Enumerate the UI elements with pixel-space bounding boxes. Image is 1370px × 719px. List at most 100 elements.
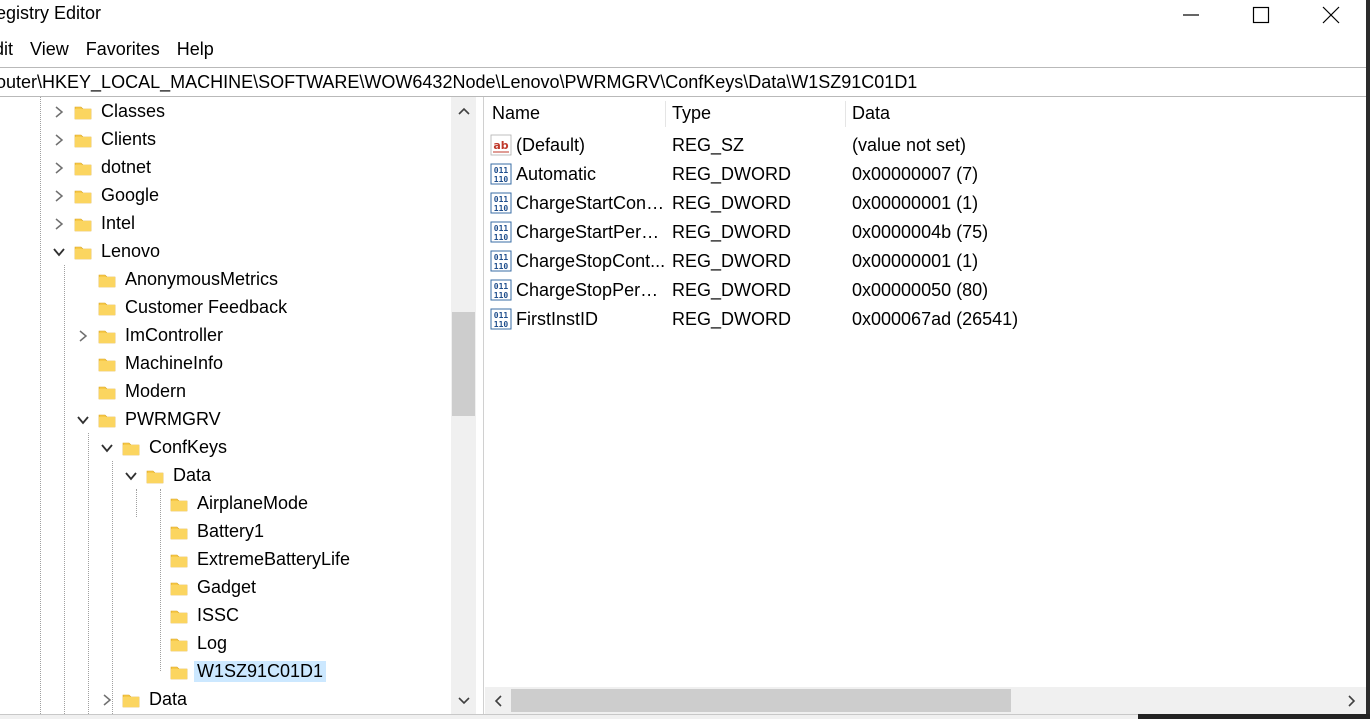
scroll-down-button[interactable] — [451, 691, 476, 711]
minimize-button[interactable] — [1156, 0, 1226, 30]
tree-item-label: ImController — [125, 325, 224, 345]
tree-item-label: ExtremeBatteryLife — [197, 549, 351, 569]
value-row[interactable]: 011 110 ChargeStopCont... REG_DWORD 0x000000… — [485, 246, 1366, 275]
svg-text:110: 110 — [494, 262, 509, 271]
value-data: 0x0000004b (75) — [852, 222, 989, 242]
tree-item[interactable]: ExtremeBatteryLife — [0, 546, 450, 574]
column-headers: Name Type Data — [485, 97, 1366, 129]
value-type: REG_DWORD — [672, 309, 792, 329]
expand-arrow-open-icon[interactable] — [124, 468, 138, 484]
value-data: 0x00000007 (7) — [852, 164, 979, 184]
tree-item[interactable]: Intel — [0, 210, 450, 238]
tree-item-label: AnonymousMetrics — [125, 269, 279, 289]
tree-item[interactable]: Lenovo — [0, 238, 450, 266]
address-path[interactable]: outer\HKEY_LOCAL_MACHINE\SOFTWARE\WOW643… — [0, 72, 917, 93]
tree-item[interactable]: ISSC — [0, 602, 450, 630]
expand-arrow-closed-icon[interactable] — [52, 104, 66, 120]
tree-item[interactable]: Google — [0, 182, 450, 210]
menu-view[interactable]: View — [22, 36, 78, 64]
scroll-thumb[interactable] — [511, 689, 1011, 712]
tree-item-label: Google — [101, 185, 160, 205]
value-row[interactable]: 011 110 Automatic REG_DWORD 0x00000007 (7) — [485, 159, 1366, 188]
tree-item[interactable]: Battery1 — [0, 518, 450, 546]
list-horizontal-scrollbar[interactable] — [485, 687, 1366, 714]
binary-value-icon: 011 110 — [490, 192, 512, 214]
binary-value-icon: 011 110 — [490, 221, 512, 243]
svg-text:110: 110 — [494, 291, 509, 300]
tree-item[interactable]: dotnet — [0, 154, 450, 182]
folder-icon — [98, 299, 116, 317]
expand-arrow-closed-icon[interactable] — [52, 160, 66, 176]
tree-item-label: Intel — [101, 213, 136, 233]
tree-item[interactable]: Modern — [0, 378, 450, 406]
close-button[interactable] — [1296, 0, 1366, 30]
binary-value-icon: 011 110 — [490, 250, 512, 272]
tree-item[interactable]: AirplaneMode — [0, 490, 450, 518]
value-row[interactable]: ab (Default) REG_SZ (value not set) — [485, 130, 1366, 159]
scroll-left-button[interactable] — [488, 691, 508, 711]
tree-item[interactable]: MachineInfo — [0, 350, 450, 378]
expand-arrow-closed-icon[interactable] — [76, 328, 90, 344]
tree-item[interactable]: PWRMGRV — [0, 406, 450, 434]
tree-item[interactable]: ImController — [0, 322, 450, 350]
tree-item[interactable]: Clients — [0, 126, 450, 154]
expand-arrow-closed-icon[interactable] — [52, 216, 66, 232]
column-separator[interactable] — [845, 101, 846, 127]
expand-arrow-closed-icon[interactable] — [100, 692, 114, 708]
value-name: ChargeStopPerce... — [516, 280, 666, 300]
expand-arrow-closed-icon[interactable] — [52, 188, 66, 204]
value-row[interactable]: 011 110 ChargeStopPerce... REG_DWORD 0x00000… — [485, 275, 1366, 304]
expand-arrow-closed-icon[interactable] — [52, 132, 66, 148]
column-header-name[interactable]: Name — [492, 103, 540, 124]
column-header-data[interactable]: Data — [852, 103, 890, 124]
value-row[interactable]: 011 110 FirstInstID REG_DWORD 0x000067ad (26… — [485, 304, 1366, 333]
scroll-thumb[interactable] — [452, 312, 475, 416]
scroll-up-button[interactable] — [451, 101, 476, 121]
tree-item-label: Classes — [101, 101, 166, 121]
value-type: REG_DWORD — [672, 164, 792, 184]
tree-item[interactable]: Customer Feedback — [0, 294, 450, 322]
tree-item[interactable]: Data — [0, 462, 450, 490]
expand-arrow-open-icon[interactable] — [52, 244, 66, 260]
menu-edit[interactable]: dit — [0, 36, 22, 64]
tree-item-label: W1SZ91C01D1 — [194, 661, 327, 682]
tree-vertical-scrollbar[interactable] — [451, 97, 476, 714]
tree-item-label: Customer Feedback — [125, 297, 288, 317]
title-bar: egistry Editor — [0, 0, 1366, 34]
folder-icon — [122, 439, 140, 457]
svg-text:110: 110 — [494, 175, 509, 184]
tree-item-label: Lenovo — [101, 241, 161, 261]
tree-item-label: Battery1 — [197, 521, 265, 541]
expand-arrow-open-icon[interactable] — [100, 440, 114, 456]
tree-item[interactable]: Gadget — [0, 574, 450, 602]
pane-splitter[interactable] — [476, 97, 484, 714]
value-name: Automatic — [516, 164, 597, 184]
address-bar[interactable]: outer\HKEY_LOCAL_MACHINE\SOFTWARE\WOW643… — [0, 67, 1366, 97]
value-data: 0x00000050 (80) — [852, 280, 989, 300]
tree-item-label: Modern — [125, 381, 187, 401]
tree-item[interactable]: Log — [0, 630, 450, 658]
tree-item[interactable]: Classes — [0, 98, 450, 126]
value-row[interactable]: 011 110 ChargeStartContr... REG_DWORD 0x0000… — [485, 188, 1366, 217]
value-row[interactable]: 011 110 ChargeStartPerce... REG_DWORD 0x0000… — [485, 217, 1366, 246]
tree-item[interactable]: W1SZ91C01D1 — [0, 658, 450, 686]
tree-item[interactable]: Data — [0, 686, 450, 714]
column-header-type[interactable]: Type — [672, 103, 711, 124]
menu-help[interactable]: Help — [169, 36, 223, 64]
maximize-button[interactable] — [1226, 0, 1296, 30]
tree-item[interactable]: ConfKeys — [0, 434, 450, 462]
menu-favorites[interactable]: Favorites — [78, 36, 169, 64]
value-type: REG_SZ — [672, 135, 745, 155]
svg-text:011: 011 — [494, 224, 509, 233]
expand-arrow-open-icon[interactable] — [76, 412, 90, 428]
window-title: egistry Editor — [0, 3, 102, 23]
maximize-icon — [1252, 6, 1270, 24]
tree-item[interactable]: AnonymousMetrics — [0, 266, 450, 294]
key-tree[interactable]: Classes Clients dotnet Google Intel Lenovo Ano… — [0, 97, 476, 714]
column-separator[interactable] — [665, 101, 666, 127]
scroll-right-button[interactable] — [1342, 691, 1362, 711]
tree-item-label: Data — [149, 689, 188, 709]
tree-item-label: dotnet — [101, 157, 152, 177]
folder-icon — [170, 663, 188, 681]
values-list[interactable]: Name Type Data ab (Default) REG_SZ (value n… — [485, 97, 1366, 687]
